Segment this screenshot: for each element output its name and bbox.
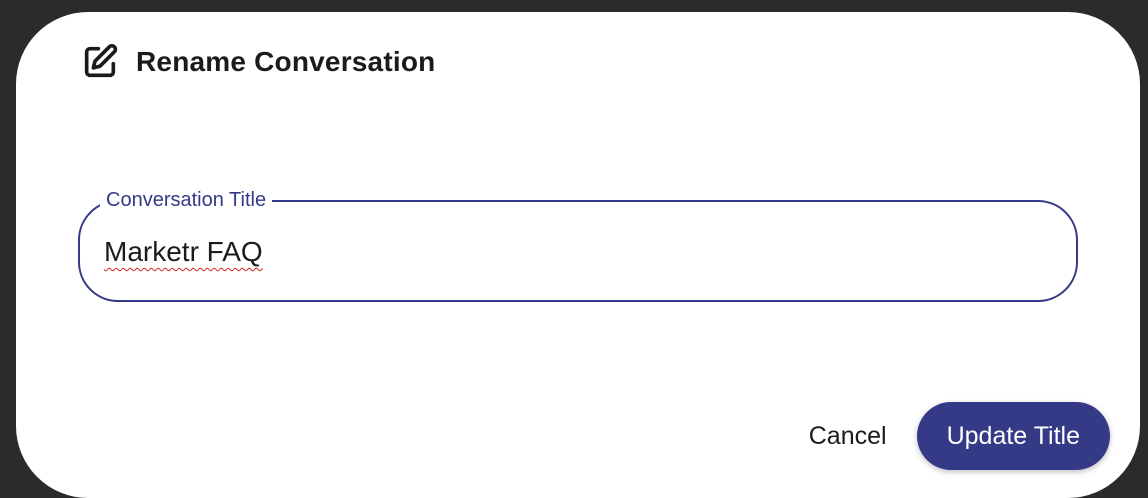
- dialog-actions: Cancel Update Title: [809, 402, 1110, 470]
- conversation-title-input[interactable]: Marketr FAQ: [104, 236, 263, 268]
- edit-icon: [84, 43, 118, 78]
- rename-dialog: Rename Conversation Conversation Title M…: [16, 12, 1140, 498]
- dialog-header: Rename Conversation: [80, 42, 435, 82]
- conversation-title-field[interactable]: Conversation Title Marketr FAQ: [78, 188, 1078, 302]
- conversation-title-label: Conversation Title: [100, 188, 273, 212]
- update-title-button[interactable]: Update Title: [916, 402, 1110, 470]
- cancel-button[interactable]: Cancel: [809, 412, 887, 461]
- dialog-title: Rename Conversation: [136, 46, 436, 77]
